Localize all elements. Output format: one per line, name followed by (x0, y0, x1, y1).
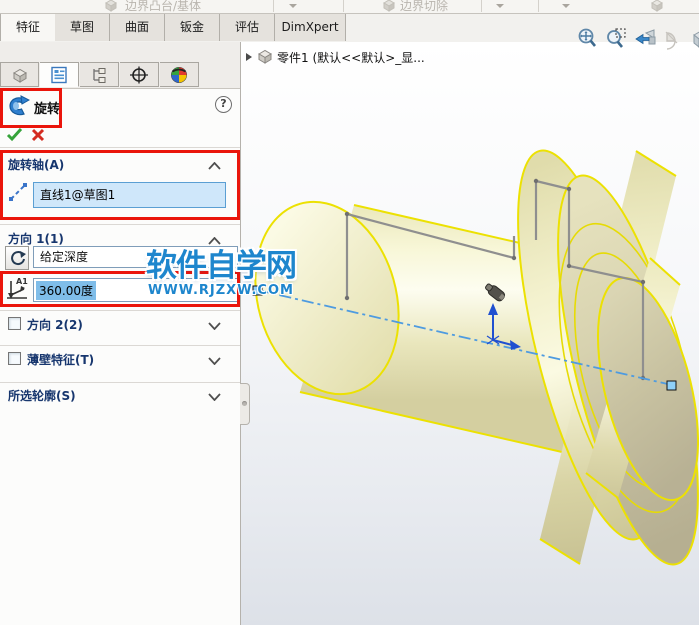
divider (0, 382, 240, 383)
section-view-icon[interactable] (663, 27, 685, 51)
divider (0, 147, 240, 148)
solidworks-window: 边界凸台/基体 边界切除 特征 草图 曲面 钣金 评估 DimXpert 零件1… (0, 0, 699, 625)
axis-endpoint-handle (252, 285, 263, 296)
heads-up-view-toolbar (576, 27, 699, 51)
display-style-icon[interactable] (692, 27, 699, 51)
featuremanager-icon (12, 68, 27, 83)
reverse-direction-icon (10, 250, 26, 265)
boundary-cut-icon[interactable] (381, 0, 397, 15)
tree-expand-arrow-icon[interactable] (246, 53, 252, 61)
panel-tab-bar (0, 42, 240, 89)
end-condition-value: 给定深度 (40, 250, 89, 264)
tab-displaymanager[interactable] (160, 62, 199, 87)
axis-selection-box[interactable]: 直线1@草图1 (33, 182, 226, 208)
direction1-section-header[interactable]: 方向 1(1) (8, 230, 64, 247)
dropdown-caret-icon[interactable] (562, 4, 570, 8)
splitter-grip-icon (242, 401, 247, 406)
displaymanager-icon (171, 66, 187, 83)
boundary-boss-icon[interactable] (103, 0, 119, 15)
thin-feature-checkbox[interactable] (8, 352, 21, 365)
toolbar-separator (273, 0, 274, 12)
property-manager-panel: 旋转 ? 旋转轴(A) 直线1@草图1 方向 1(1) 给定深度 A1 360.… (0, 42, 241, 625)
expand-chevron-icon[interactable] (208, 319, 221, 333)
divider (0, 224, 240, 225)
axis-selection-value: 直线1@草图1 (40, 188, 116, 202)
tab-propertymanager[interactable] (40, 62, 79, 87)
angle-icon: A1 (4, 275, 30, 304)
configurationmanager-icon (93, 67, 106, 83)
boundary-cut-label[interactable]: 边界切除 (400, 0, 448, 14)
expand-chevron-icon[interactable] (208, 354, 221, 368)
toolbar-separator (538, 0, 539, 12)
tab-dimxpertmanager[interactable] (120, 62, 159, 87)
tab-configurationmanager[interactable] (80, 62, 119, 87)
direction2-checkbox[interactable] (8, 317, 21, 330)
model-3d-view[interactable] (241, 42, 699, 625)
revolve-feature-icon (6, 94, 31, 121)
dropdown-caret-icon (223, 256, 231, 260)
panel-title: 旋转 (34, 102, 61, 117)
panel-splitter-handle[interactable] (240, 383, 250, 425)
tab-surfaces[interactable]: 曲面 (110, 14, 165, 41)
cancel-button[interactable] (31, 128, 45, 145)
selected-contours-section-header[interactable]: 所选轮廓(S) (8, 387, 76, 404)
reverse-direction-button[interactable] (5, 246, 29, 270)
help-icon[interactable]: ? (215, 96, 232, 113)
propertymanager-icon (51, 66, 67, 83)
command-toolbar-strip: 边界凸台/基体 边界切除 (0, 0, 699, 14)
toolbar-separator (481, 0, 482, 12)
toolbar-partial-icon[interactable] (648, 0, 666, 15)
angle-input-field[interactable]: 360.00度 (33, 278, 238, 302)
dimxpertmanager-icon (130, 66, 148, 83)
expand-chevron-icon[interactable] (208, 390, 221, 404)
divider (0, 310, 240, 311)
end-condition-dropdown[interactable]: 给定深度 (33, 246, 238, 268)
feature-tree-header[interactable]: 零件1 (默认<<默认>_显... (246, 48, 425, 66)
axis-endpoint-handle (666, 380, 677, 391)
tree-item-label[interactable]: 零件1 (默认<<默认>_显... (277, 49, 425, 66)
direction2-section-header[interactable]: 方向 2(2) (27, 316, 83, 333)
tab-evaluate[interactable]: 评估 (220, 14, 275, 41)
tab-dimxpert[interactable]: DimXpert (275, 14, 346, 41)
thin-feature-section-header[interactable]: 薄壁特征(T) (27, 351, 94, 368)
tab-sketch[interactable]: 草图 (55, 14, 110, 41)
tab-featuremanager-tree[interactable] (0, 62, 39, 87)
axis-line-icon (7, 181, 29, 206)
graphics-area[interactable] (241, 42, 699, 625)
zoom-area-icon[interactable] (605, 27, 627, 51)
divider (0, 345, 240, 346)
tab-sheetmetal[interactable]: 钣金 (165, 14, 220, 41)
axis-section-header[interactable]: 旋转轴(A) (8, 156, 64, 173)
tab-features[interactable]: 特征 (0, 14, 56, 41)
toolbar-separator (343, 0, 344, 12)
zoom-fit-icon[interactable] (576, 27, 598, 51)
dropdown-caret-icon[interactable] (289, 4, 297, 8)
angle-value-selected: 360.00度 (36, 281, 96, 300)
part-icon (256, 48, 273, 67)
svg-text:A1: A1 (16, 277, 28, 286)
previous-view-icon[interactable] (634, 27, 656, 51)
ok-button[interactable] (6, 127, 23, 145)
collapse-chevron-icon[interactable] (208, 159, 221, 173)
dropdown-caret-icon[interactable] (496, 4, 504, 8)
boundary-boss-label[interactable]: 边界凸台/基体 (125, 0, 201, 14)
